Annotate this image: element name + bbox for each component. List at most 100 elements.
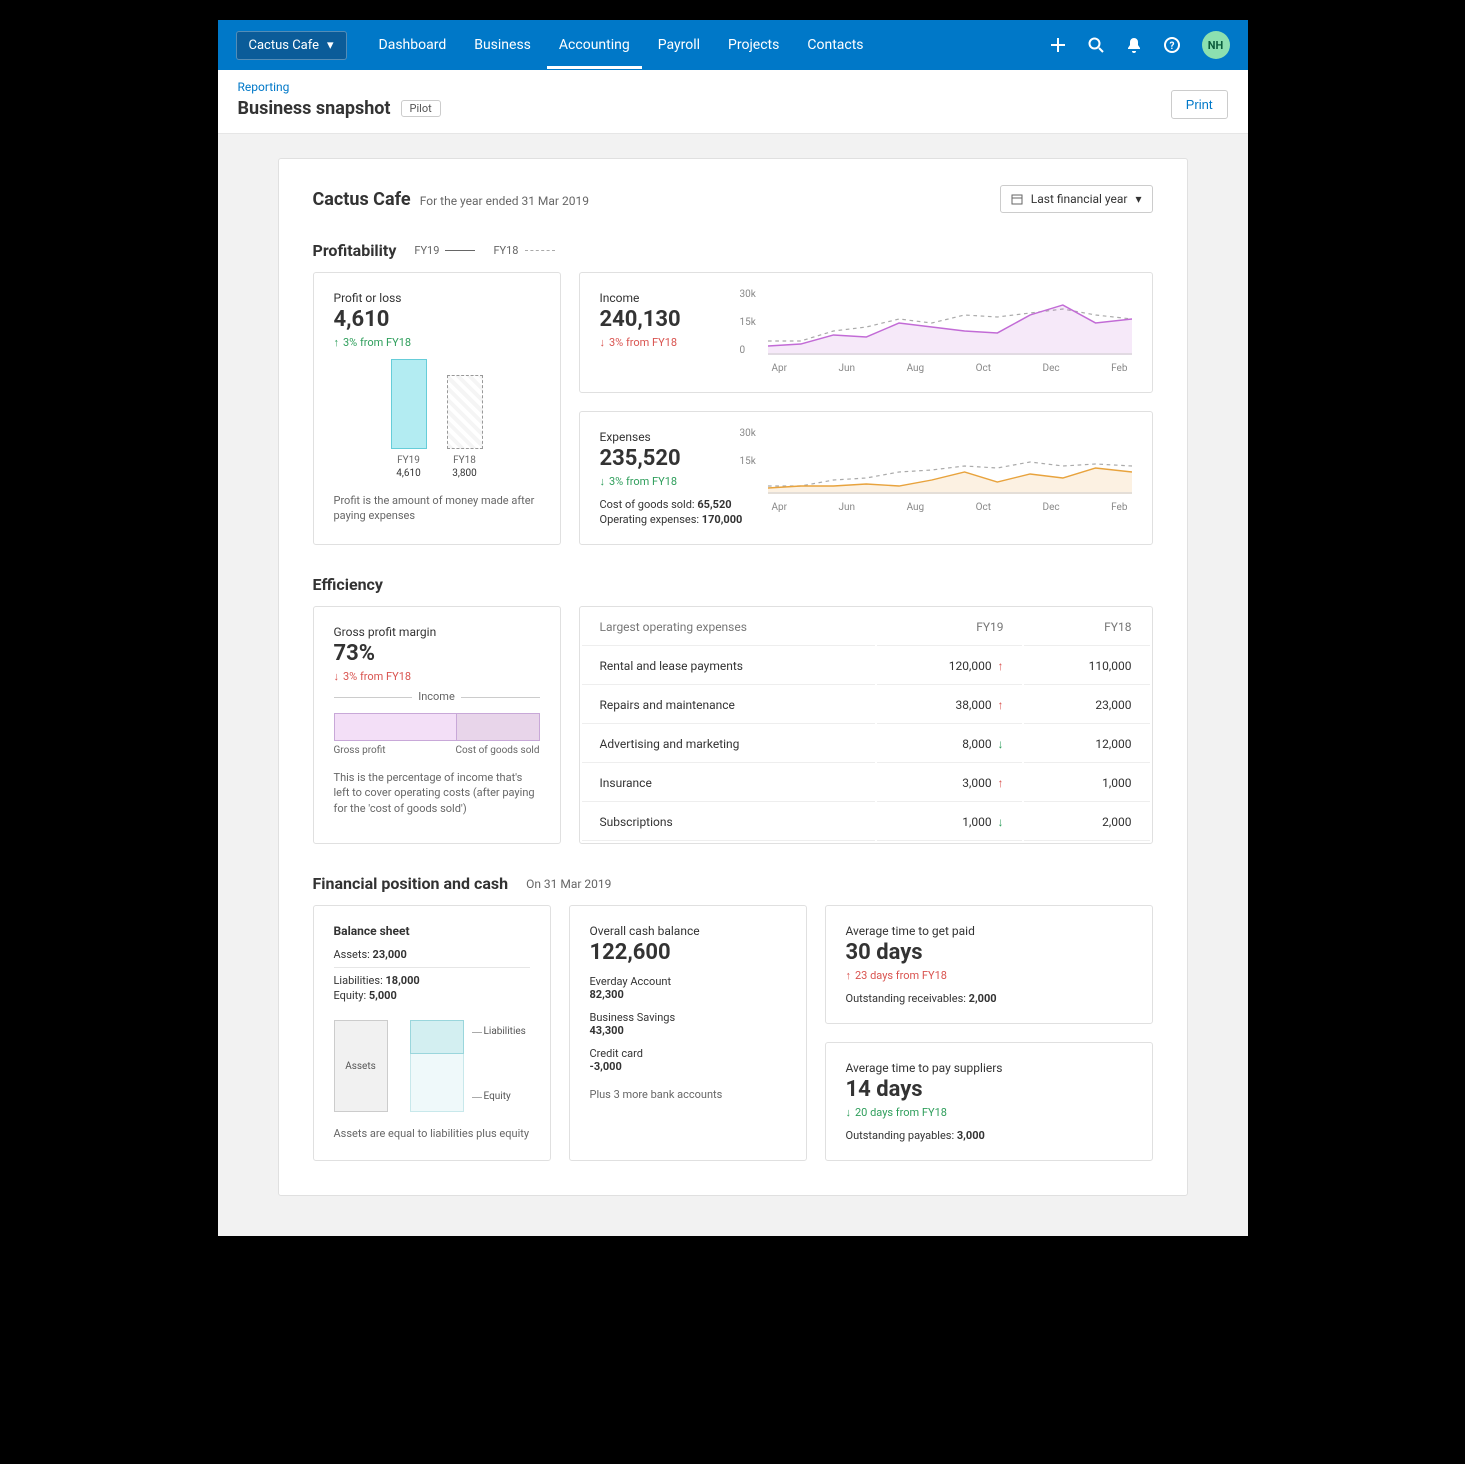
paysupp-delta: ↓ 20 days from FY18	[846, 1106, 1132, 1119]
nav-business[interactable]: Business	[462, 21, 543, 69]
balance-equity: Equity: 5,000	[334, 989, 530, 1002]
section-title-text: Efficiency	[313, 575, 383, 594]
arrow-up-icon: ↑	[846, 969, 852, 982]
balance-caption: Assets are equal to liabilities plus equ…	[334, 1126, 530, 1141]
card-cash: Overall cash balance 122,600 Everday Acc…	[569, 905, 807, 1161]
page-title-text: Business snapshot	[238, 98, 391, 119]
nav-dashboard[interactable]: Dashboard	[367, 21, 459, 69]
calendar-icon	[1011, 193, 1023, 205]
table-row: Rental and lease payments120,000 ↑110,00…	[582, 648, 1150, 685]
svg-text:?: ?	[1169, 41, 1174, 52]
topbar-right: ? NH	[1050, 31, 1230, 59]
legend-fy19: FY19	[414, 244, 475, 257]
avatar[interactable]: NH	[1202, 31, 1230, 59]
cash-account: Credit card-3,000	[590, 1047, 786, 1073]
nav-projects[interactable]: Projects	[716, 21, 791, 69]
balance-diagram: Assets Liabilities Equity	[334, 1020, 530, 1112]
arrow-down-icon: ↓	[846, 1106, 852, 1119]
cash-account: Business Savings43,300	[590, 1011, 786, 1037]
card-pay-suppliers: Average time to pay suppliers 14 days ↓ …	[825, 1042, 1153, 1161]
chevron-down-icon: ▾	[327, 38, 334, 53]
topbar: Cactus Cafe ▾ Dashboard Business Account…	[218, 20, 1248, 70]
arrow-down-icon: ↓	[600, 475, 606, 488]
period-selector[interactable]: Last financial year ▾	[1000, 185, 1153, 213]
app-window: Cactus Cafe ▾ Dashboard Business Account…	[218, 20, 1248, 1236]
expenses-cogs: Cost of goods sold: 65,520	[600, 498, 750, 511]
breadcrumb[interactable]: Reporting	[238, 80, 441, 94]
nav-payroll[interactable]: Payroll	[646, 21, 712, 69]
expenses-opex: Operating expenses: 170,000	[600, 513, 750, 526]
income-sparkline: 30k 15k 0 AprJunAugOctD	[768, 291, 1132, 374]
section-title-text: Financial position and cash	[313, 874, 509, 893]
table-row: Repairs and maintenance38,000 ↑23,000	[582, 687, 1150, 724]
report-canvas: Cactus Cafe For the year ended 31 Mar 20…	[218, 134, 1248, 1236]
main-nav: Dashboard Business Accounting Payroll Pr…	[367, 21, 876, 69]
balance-assets: Assets: 23,000	[334, 948, 530, 961]
table-row: Insurance3,000 ↑1,000	[582, 765, 1150, 802]
section-profitability: Profitability FY19 FY18	[313, 241, 1153, 260]
income-delta: ↓ 3% from FY18	[600, 336, 750, 349]
org-name: Cactus Cafe	[249, 38, 319, 53]
bar-fy18: FY18 3,800	[447, 375, 483, 479]
opex-table: Largest operating expenses FY19 FY18 Ren…	[580, 607, 1152, 843]
getpaid-title: Average time to get paid	[846, 924, 1132, 938]
chevron-down-icon: ▾	[1135, 192, 1141, 206]
report-card: Cactus Cafe For the year ended 31 Mar 20…	[278, 158, 1188, 1196]
card-opex-table: Largest operating expenses FY19 FY18 Ren…	[579, 606, 1153, 844]
getpaid-value: 30 days	[846, 940, 1132, 965]
help-icon[interactable]: ?	[1164, 37, 1180, 53]
paysupp-title: Average time to pay suppliers	[846, 1061, 1132, 1075]
arrow-down-icon: ↓	[600, 336, 606, 349]
search-icon[interactable]	[1088, 37, 1104, 53]
col-fy19: FY19	[877, 609, 1022, 646]
arrow-up-icon: ↑	[334, 336, 340, 349]
profit-value: 4,610	[334, 307, 540, 332]
card-gross-profit-margin: Gross profit margin 73% ↓ 3% from FY18 I…	[313, 606, 561, 844]
page-title: Business snapshot Pilot	[238, 98, 441, 119]
cash-account: Everday Account82,300	[590, 975, 786, 1001]
nav-contacts[interactable]: Contacts	[795, 21, 875, 69]
gpm-caption: This is the percentage of income that's …	[334, 770, 540, 816]
balance-liab: Liabilities: 18,000	[334, 974, 530, 987]
table-row: Advertising and marketing8,000 ↓12,000	[582, 726, 1150, 763]
getpaid-outstanding: Outstanding receivables: 2,000	[846, 992, 1132, 1005]
cash-value: 122,600	[590, 940, 786, 965]
table-row: Subscriptions1,000 ↓2,000	[582, 804, 1150, 841]
income-value: 240,130	[600, 307, 750, 332]
card-income: Income 240,130 ↓ 3% from FY18 30k 15k	[579, 272, 1153, 393]
section-financial: Financial position and cash On 31 Mar 20…	[313, 874, 1153, 893]
gpm-label: Gross profit margin	[334, 625, 540, 639]
bell-icon[interactable]	[1126, 37, 1142, 53]
profit-caption: Profit is the amount of money made after…	[334, 493, 540, 524]
card-expenses: Expenses 235,520 ↓ 3% from FY18 Cost of …	[579, 411, 1153, 545]
gpm-delta: ↓ 3% from FY18	[334, 670, 540, 683]
report-range: For the year ended 31 Mar 2019	[420, 194, 589, 208]
cash-title: Overall cash balance	[590, 924, 786, 938]
expenses-delta: ↓ 3% from FY18	[600, 475, 750, 488]
subheader: Reporting Business snapshot Pilot Print	[218, 70, 1248, 134]
balance-title: Balance sheet	[334, 924, 530, 938]
card-profit-loss: Profit or loss 4,610 ↑ 3% from FY18 FY19…	[313, 272, 561, 545]
card-get-paid: Average time to get paid 30 days ↑ 23 da…	[825, 905, 1153, 1024]
print-button[interactable]: Print	[1171, 90, 1228, 119]
org-switcher[interactable]: Cactus Cafe ▾	[236, 31, 347, 60]
paysupp-outstanding: Outstanding payables: 3,000	[846, 1129, 1132, 1142]
period-label: Last financial year	[1031, 192, 1128, 206]
paysupp-value: 14 days	[846, 1077, 1132, 1102]
getpaid-delta: ↑ 23 days from FY18	[846, 969, 1132, 982]
expenses-sparkline: 30k 15k AprJunAugOctDecFeb	[768, 430, 1132, 526]
col-name: Largest operating expenses	[582, 609, 875, 646]
income-label: Income	[600, 291, 750, 305]
legend-fy18: FY18	[493, 244, 554, 257]
financial-asof: On 31 Mar 2019	[526, 877, 611, 891]
card-balance-sheet: Balance sheet Assets: 23,000 Liabilities…	[313, 905, 551, 1161]
nav-accounting[interactable]: Accounting	[547, 21, 642, 69]
expenses-value: 235,520	[600, 446, 750, 471]
report-header: Cactus Cafe For the year ended 31 Mar 20…	[313, 185, 1153, 213]
cash-more: Plus 3 more bank accounts	[590, 1087, 786, 1102]
section-title-text: Profitability	[313, 241, 397, 260]
report-org: Cactus Cafe	[313, 189, 411, 210]
section-efficiency: Efficiency	[313, 575, 1153, 594]
plus-icon[interactable]	[1050, 37, 1066, 53]
col-fy18: FY18	[1024, 609, 1150, 646]
